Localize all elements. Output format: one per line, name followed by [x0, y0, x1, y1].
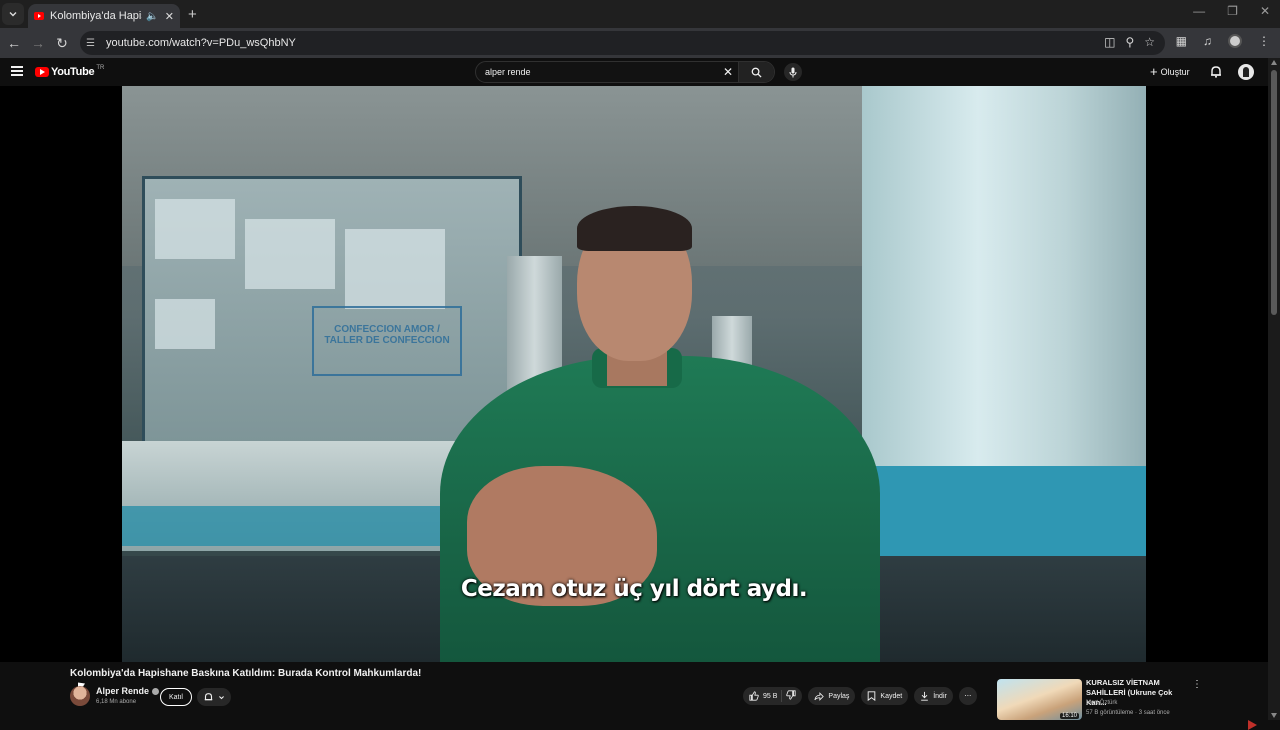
url-text: youtube.com/watch?v=PDu_wsQhbNY	[106, 37, 296, 49]
subscriber-count: 6,18 Mn abone	[96, 699, 137, 705]
browser-tab-active[interactable]: Kolombiya'da Hapishane B 🔈 ✕	[28, 4, 180, 28]
channel-name: Alper Rende	[96, 686, 150, 696]
youtube-play-icon	[35, 67, 49, 77]
scroll-down-arrow-icon[interactable]	[1271, 713, 1277, 718]
like-button[interactable]: 95 B	[749, 691, 777, 701]
speaker-icon[interactable]: 🔈	[146, 11, 158, 22]
share-arrow-icon	[814, 691, 825, 701]
recommendation-channel[interactable]: Mert Öztürk	[1086, 700, 1117, 706]
reload-icon[interactable]: ↻	[50, 35, 74, 52]
channel-avatar[interactable]	[70, 686, 90, 706]
close-window-icon[interactable]: ✕	[1260, 4, 1270, 18]
create-button[interactable]: + Oluştur	[1150, 64, 1190, 79]
join-button[interactable]: Katıl	[160, 688, 192, 706]
youtube-favicon-icon	[34, 12, 44, 20]
scroll-up-arrow-icon[interactable]	[1271, 60, 1277, 65]
person-hair	[577, 206, 692, 251]
divider	[781, 690, 783, 702]
video-player[interactable]: CONFECCION AMOR / TALLER DE CONFECCION C…	[0, 86, 1268, 730]
download-icon	[921, 691, 929, 701]
scene-sign: CONFECCION AMOR / TALLER DE CONFECCION	[312, 306, 462, 376]
thumbs-up-icon	[749, 691, 759, 701]
thumbs-down-icon	[786, 690, 796, 700]
subscription-bell-button[interactable]	[197, 688, 231, 706]
chevron-down-icon	[9, 12, 17, 17]
install-app-icon[interactable]: ◫	[1104, 35, 1115, 49]
save-label: Kaydet	[880, 692, 903, 700]
youtube-watermark-icon[interactable]	[1248, 720, 1257, 730]
bell-icon	[1211, 66, 1221, 78]
browser-tabstrip: Kolombiya'da Hapishane B 🔈 ✕ + — ❐ ✕	[0, 0, 1280, 28]
youtube-wordmark: YouTube	[51, 66, 95, 78]
address-bar[interactable]: ☰ youtube.com/watch?v=PDu_wsQhbNY ◫ ⚲ ☆	[80, 31, 1165, 55]
recommendation-menu-icon[interactable]: ⋮	[1192, 679, 1202, 690]
plus-icon: +	[1150, 64, 1158, 79]
chevron-down-icon	[218, 695, 224, 699]
video-title: Kolombiya'da Hapishane Baskına Katıldım:…	[70, 668, 422, 679]
dislike-button[interactable]	[786, 690, 796, 702]
country-code: TR	[96, 65, 105, 71]
close-tab-icon[interactable]: ✕	[165, 10, 174, 23]
download-label: İndir	[933, 692, 947, 700]
scrollbar-thumb[interactable]	[1271, 70, 1277, 315]
bookmark-star-icon[interactable]: ☆	[1144, 35, 1155, 49]
zoom-icon[interactable]: ⚲	[1125, 35, 1134, 49]
bookmark-icon	[868, 691, 876, 701]
recommendation-meta: 57 B görüntüleme · 3 saat önce	[1086, 710, 1170, 716]
profile-avatar-icon[interactable]	[1228, 34, 1242, 48]
browser-extensions: ▦ ♫ ⋮	[1176, 34, 1270, 48]
window-controls: — ❐ ✕	[1193, 4, 1270, 18]
bell-icon	[204, 693, 212, 701]
youtube-logo[interactable]: YouTube TR	[35, 65, 105, 78]
account-avatar[interactable]	[1238, 64, 1254, 80]
video-frame[interactable]: CONFECCION AMOR / TALLER DE CONFECCION C…	[122, 86, 1146, 662]
search-box: alper rende ✕	[475, 61, 775, 83]
create-label: Oluştur	[1160, 66, 1190, 77]
omnibox-actions: ◫ ⚲ ☆	[1104, 35, 1155, 49]
page-scrollbar[interactable]	[1268, 58, 1280, 720]
new-tab-button[interactable]: +	[188, 6, 197, 23]
channel-name-link[interactable]: Alper Rende	[96, 686, 160, 696]
recommendation-duration: 16:10	[1059, 713, 1079, 719]
share-label: Paylaş	[828, 692, 850, 700]
notifications-button[interactable]	[1210, 65, 1222, 83]
microphone-icon	[789, 67, 797, 77]
save-button[interactable]: Kaydet	[861, 687, 909, 705]
voice-search-button[interactable]	[784, 63, 802, 81]
more-horizontal-icon: ⋯	[964, 693, 972, 700]
like-count: 95 B	[763, 692, 778, 700]
search-button[interactable]	[738, 62, 774, 82]
like-dislike-group: 95 B	[743, 687, 803, 705]
verified-badge-icon	[152, 687, 160, 695]
browser-toolbar: ← → ↻ ☰ youtube.com/watch?v=PDu_wsQhbNY …	[0, 28, 1280, 58]
minimize-icon[interactable]: —	[1193, 4, 1205, 18]
tab-title: Kolombiya'da Hapishane B	[50, 10, 142, 22]
search-icon	[751, 67, 762, 78]
media-controls-icon[interactable]: ♫	[1203, 34, 1212, 48]
site-info-icon[interactable]: ☰	[86, 38, 106, 49]
hamburger-menu-icon[interactable]	[11, 66, 23, 76]
extensions-puzzle-icon[interactable]: ▦	[1176, 34, 1187, 48]
share-button[interactable]: Paylaş	[808, 687, 856, 705]
clear-search-icon[interactable]: ✕	[718, 65, 738, 79]
tab-search-button[interactable]	[2, 3, 24, 25]
more-actions-button[interactable]: ⋯	[958, 687, 977, 705]
forward-arrow-icon[interactable]: →	[26, 35, 50, 51]
youtube-masthead: YouTube TR alper rende ✕ + Oluştur	[0, 58, 1280, 86]
recommendation-thumbnail[interactable]: 16:10	[997, 679, 1082, 720]
search-input[interactable]: alper rende	[476, 67, 718, 77]
restore-icon[interactable]: ❐	[1227, 4, 1238, 18]
download-button[interactable]: İndir	[914, 687, 953, 705]
video-actions: 95 B Paylaş Kaydet İndir ⋯	[743, 687, 977, 705]
back-arrow-icon[interactable]: ←	[2, 35, 26, 51]
video-subtitle: Cezam otuz üç yıl dört aydı.	[460, 576, 808, 602]
browser-menu-icon[interactable]: ⋮	[1258, 34, 1270, 48]
